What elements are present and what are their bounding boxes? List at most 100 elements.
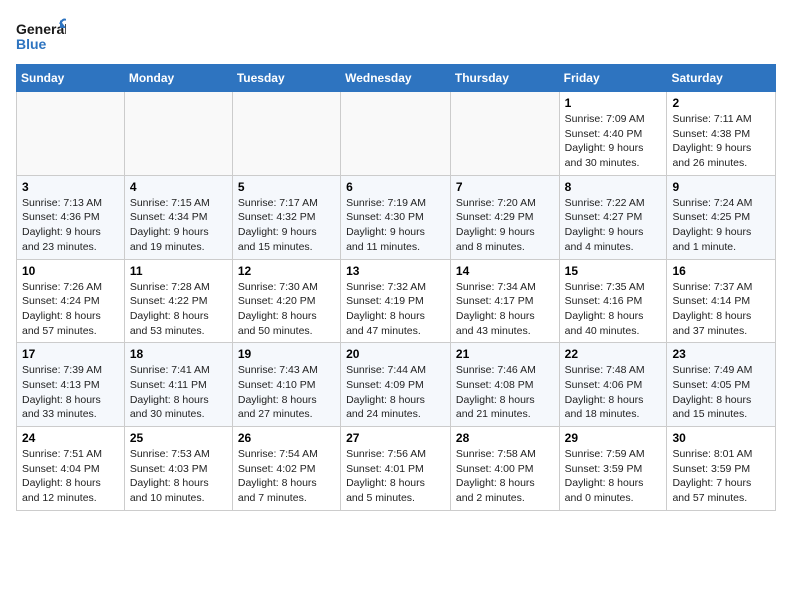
day-info: Sunrise: 7:22 AM Sunset: 4:27 PM Dayligh… <box>565 196 662 255</box>
calendar-cell: 22 Sunrise: 7:48 AM Sunset: 4:06 PM Dayli… <box>559 343 667 427</box>
day-number: 17 <box>22 347 119 361</box>
day-info: Sunrise: 7:49 AM Sunset: 4:05 PM Dayligh… <box>672 363 770 422</box>
calendar: SundayMondayTuesdayWednesdayThursdayFrid… <box>16 64 776 511</box>
calendar-cell <box>450 92 559 176</box>
day-number: 15 <box>565 264 662 278</box>
day-info: Sunrise: 7:15 AM Sunset: 4:34 PM Dayligh… <box>130 196 227 255</box>
day-info: Sunrise: 7:37 AM Sunset: 4:14 PM Dayligh… <box>672 280 770 339</box>
day-number: 30 <box>672 431 770 445</box>
calendar-cell: 16 Sunrise: 7:37 AM Sunset: 4:14 PM Dayli… <box>667 259 776 343</box>
calendar-cell <box>124 92 232 176</box>
calendar-cell: 29Sunrise: 7:59 AM Sunset: 3:59 PM Dayli… <box>559 427 667 511</box>
calendar-cell: 13 Sunrise: 7:32 AM Sunset: 4:19 PM Dayli… <box>341 259 451 343</box>
weekday-header-wednesday: Wednesday <box>341 65 451 92</box>
day-info: Sunrise: 7:59 AM Sunset: 3:59 PM Dayligh… <box>565 447 662 506</box>
day-number: 2 <box>672 96 770 110</box>
calendar-cell: 27 Sunrise: 7:56 AM Sunset: 4:01 PM Dayli… <box>341 427 451 511</box>
calendar-cell: 15 Sunrise: 7:35 AM Sunset: 4:16 PM Dayli… <box>559 259 667 343</box>
calendar-cell <box>341 92 451 176</box>
day-info: Sunrise: 8:01 AM Sunset: 3:59 PM Dayligh… <box>672 447 770 506</box>
calendar-cell: 5 Sunrise: 7:17 AM Sunset: 4:32 PM Daylig… <box>232 175 340 259</box>
calendar-cell: 19 Sunrise: 7:43 AM Sunset: 4:10 PM Dayli… <box>232 343 340 427</box>
calendar-cell: 17 Sunrise: 7:39 AM Sunset: 4:13 PM Dayli… <box>17 343 125 427</box>
day-info: Sunrise: 7:24 AM Sunset: 4:25 PM Dayligh… <box>672 196 770 255</box>
weekday-header-tuesday: Tuesday <box>232 65 340 92</box>
weekday-header-row: SundayMondayTuesdayWednesdayThursdayFrid… <box>17 65 776 92</box>
day-info: Sunrise: 7:48 AM Sunset: 4:06 PM Dayligh… <box>565 363 662 422</box>
calendar-cell: 10 Sunrise: 7:26 AM Sunset: 4:24 PM Dayli… <box>17 259 125 343</box>
day-number: 5 <box>238 180 335 194</box>
calendar-cell: 4 Sunrise: 7:15 AM Sunset: 4:34 PM Daylig… <box>124 175 232 259</box>
day-number: 3 <box>22 180 119 194</box>
day-info: Sunrise: 7:26 AM Sunset: 4:24 PM Dayligh… <box>22 280 119 339</box>
weekday-header-sunday: Sunday <box>17 65 125 92</box>
day-info: Sunrise: 7:39 AM Sunset: 4:13 PM Dayligh… <box>22 363 119 422</box>
day-info: Sunrise: 7:30 AM Sunset: 4:20 PM Dayligh… <box>238 280 335 339</box>
calendar-cell: 8Sunrise: 7:22 AM Sunset: 4:27 PM Daylig… <box>559 175 667 259</box>
day-info: Sunrise: 7:17 AM Sunset: 4:32 PM Dayligh… <box>238 196 335 255</box>
day-info: Sunrise: 7:46 AM Sunset: 4:08 PM Dayligh… <box>456 363 554 422</box>
day-info: Sunrise: 7:41 AM Sunset: 4:11 PM Dayligh… <box>130 363 227 422</box>
day-number: 13 <box>346 264 445 278</box>
logo-icon: GeneralBlue <box>16 16 66 56</box>
day-info: Sunrise: 7:32 AM Sunset: 4:19 PM Dayligh… <box>346 280 445 339</box>
day-info: Sunrise: 7:34 AM Sunset: 4:17 PM Dayligh… <box>456 280 554 339</box>
logo: GeneralBlue <box>16 16 66 56</box>
day-info: Sunrise: 7:35 AM Sunset: 4:16 PM Dayligh… <box>565 280 662 339</box>
day-number: 23 <box>672 347 770 361</box>
header: GeneralBlue <box>16 16 776 56</box>
day-info: Sunrise: 7:56 AM Sunset: 4:01 PM Dayligh… <box>346 447 445 506</box>
day-number: 22 <box>565 347 662 361</box>
week-row-4: 17 Sunrise: 7:39 AM Sunset: 4:13 PM Dayli… <box>17 343 776 427</box>
day-number: 1 <box>565 96 662 110</box>
day-number: 6 <box>346 180 445 194</box>
day-info: Sunrise: 7:43 AM Sunset: 4:10 PM Dayligh… <box>238 363 335 422</box>
week-row-1: 1 Sunrise: 7:09 AM Sunset: 4:40 PM Daylig… <box>17 92 776 176</box>
day-info: Sunrise: 7:54 AM Sunset: 4:02 PM Dayligh… <box>238 447 335 506</box>
calendar-cell: 26 Sunrise: 7:54 AM Sunset: 4:02 PM Dayli… <box>232 427 340 511</box>
day-info: Sunrise: 7:09 AM Sunset: 4:40 PM Dayligh… <box>565 112 662 171</box>
day-number: 7 <box>456 180 554 194</box>
day-number: 27 <box>346 431 445 445</box>
day-number: 11 <box>130 264 227 278</box>
day-number: 10 <box>22 264 119 278</box>
calendar-cell: 14Sunrise: 7:34 AM Sunset: 4:17 PM Dayli… <box>450 259 559 343</box>
day-info: Sunrise: 7:13 AM Sunset: 4:36 PM Dayligh… <box>22 196 119 255</box>
week-row-5: 24 Sunrise: 7:51 AM Sunset: 4:04 PM Dayli… <box>17 427 776 511</box>
calendar-cell: 18Sunrise: 7:41 AM Sunset: 4:11 PM Dayli… <box>124 343 232 427</box>
calendar-cell: 28Sunrise: 7:58 AM Sunset: 4:00 PM Dayli… <box>450 427 559 511</box>
day-number: 26 <box>238 431 335 445</box>
weekday-header-friday: Friday <box>559 65 667 92</box>
day-info: Sunrise: 7:20 AM Sunset: 4:29 PM Dayligh… <box>456 196 554 255</box>
day-number: 19 <box>238 347 335 361</box>
week-row-2: 3 Sunrise: 7:13 AM Sunset: 4:36 PM Daylig… <box>17 175 776 259</box>
calendar-cell: 6 Sunrise: 7:19 AM Sunset: 4:30 PM Daylig… <box>341 175 451 259</box>
calendar-cell: 2Sunrise: 7:11 AM Sunset: 4:38 PM Daylig… <box>667 92 776 176</box>
day-info: Sunrise: 7:51 AM Sunset: 4:04 PM Dayligh… <box>22 447 119 506</box>
day-number: 21 <box>456 347 554 361</box>
day-number: 9 <box>672 180 770 194</box>
day-number: 24 <box>22 431 119 445</box>
calendar-cell: 20Sunrise: 7:44 AM Sunset: 4:09 PM Dayli… <box>341 343 451 427</box>
day-number: 20 <box>346 347 445 361</box>
calendar-cell: 9 Sunrise: 7:24 AM Sunset: 4:25 PM Daylig… <box>667 175 776 259</box>
day-number: 12 <box>238 264 335 278</box>
calendar-cell: 23 Sunrise: 7:49 AM Sunset: 4:05 PM Dayli… <box>667 343 776 427</box>
day-info: Sunrise: 7:58 AM Sunset: 4:00 PM Dayligh… <box>456 447 554 506</box>
day-number: 25 <box>130 431 227 445</box>
calendar-cell: 30 Sunrise: 8:01 AM Sunset: 3:59 PM Dayli… <box>667 427 776 511</box>
weekday-header-thursday: Thursday <box>450 65 559 92</box>
calendar-cell <box>17 92 125 176</box>
calendar-cell: 1 Sunrise: 7:09 AM Sunset: 4:40 PM Daylig… <box>559 92 667 176</box>
calendar-cell: 3 Sunrise: 7:13 AM Sunset: 4:36 PM Daylig… <box>17 175 125 259</box>
weekday-header-saturday: Saturday <box>667 65 776 92</box>
day-info: Sunrise: 7:19 AM Sunset: 4:30 PM Dayligh… <box>346 196 445 255</box>
calendar-cell: 25Sunrise: 7:53 AM Sunset: 4:03 PM Dayli… <box>124 427 232 511</box>
week-row-3: 10 Sunrise: 7:26 AM Sunset: 4:24 PM Dayli… <box>17 259 776 343</box>
calendar-cell: 7 Sunrise: 7:20 AM Sunset: 4:29 PM Daylig… <box>450 175 559 259</box>
calendar-cell <box>232 92 340 176</box>
weekday-header-monday: Monday <box>124 65 232 92</box>
calendar-cell: 12 Sunrise: 7:30 AM Sunset: 4:20 PM Dayli… <box>232 259 340 343</box>
day-number: 4 <box>130 180 227 194</box>
day-number: 16 <box>672 264 770 278</box>
